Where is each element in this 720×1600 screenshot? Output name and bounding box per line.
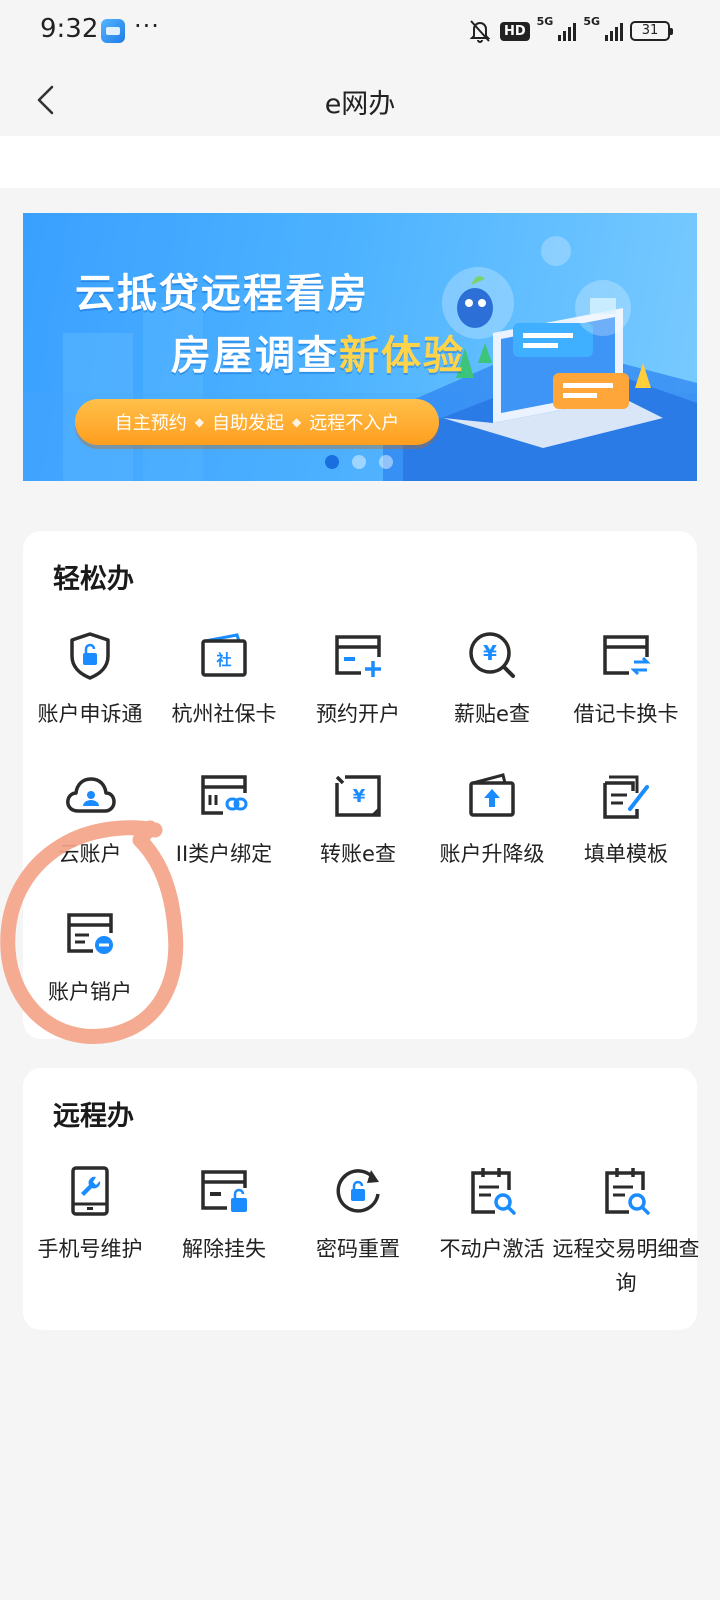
service-label: 账户升降级 <box>439 842 545 866</box>
nav-bar: e网办 <box>0 64 720 136</box>
yen-transfer-icon: ¥ <box>335 775 381 817</box>
service-transfer-query[interactable]: ¥ 转账e查 <box>291 769 425 889</box>
status-bar: 9:32 ··· HD 5G 5G 31 <box>0 0 720 64</box>
svg-text:¥: ¥ <box>483 641 497 665</box>
pill-item: 自主预约 <box>114 413 187 434</box>
service-label: 账户申诉通 <box>37 702 143 726</box>
service-salary-query[interactable]: ¥ 薪贴e查 <box>425 629 559 749</box>
page-title: e网办 <box>324 89 396 120</box>
header-spacer <box>0 136 720 188</box>
pill-item: 自助发起 <box>212 413 284 434</box>
service-label: 账户销户 <box>48 980 132 1004</box>
service-phone-maintain[interactable]: 手机号维护 <box>23 1164 157 1284</box>
carousel-dots <box>325 455 393 469</box>
service-label: 预约开户 <box>316 702 400 726</box>
service-remote-transaction-query[interactable]: 远程交易明细查询 <box>553 1164 700 1295</box>
service-label: II类户绑定 <box>175 842 273 866</box>
promo-banner[interactable]: 云抵贷远程看房 房屋调查新体验 自主预约 ◆ 自助发起 ◆ 远程不入户 <box>23 213 697 481</box>
service-label: 云账户 <box>58 842 122 866</box>
svg-text:¥: ¥ <box>353 786 366 807</box>
cloud-user-icon <box>66 777 116 813</box>
service-label: 转账e查 <box>320 842 396 866</box>
section-title: 远程办 <box>53 1101 134 1132</box>
svg-text:社: 社 <box>215 651 231 669</box>
form-edit-icon <box>603 775 649 819</box>
service-label: 不动户激活 <box>439 1237 545 1261</box>
remote-services-card: 远程办 手机号维护 解除挂失 密码重置 不动户激活 远程交易明细查询 <box>23 1068 700 1330</box>
hd-voice-badge: HD <box>499 21 530 41</box>
carousel-dot[interactable] <box>379 455 393 469</box>
clipboard-search-icon <box>471 1168 516 1215</box>
card-swap-icon <box>603 635 651 676</box>
service-label: 远程交易明细查询 <box>552 1237 700 1295</box>
service-dormant-activate[interactable]: 不动户激活 <box>425 1164 559 1284</box>
signal-bars-1-icon <box>558 21 577 41</box>
banner-title-plain: 房屋调查 <box>171 333 339 379</box>
card-unlock-icon <box>201 1170 247 1212</box>
service-label: 杭州社保卡 <box>171 702 277 726</box>
service-debit-card-swap[interactable]: 借记卡换卡 <box>559 629 693 749</box>
carousel-dot[interactable] <box>325 455 339 469</box>
phone-wrench-icon <box>71 1166 109 1216</box>
service-label: 解除挂失 <box>182 1237 266 1261</box>
service-label: 薪贴e查 <box>454 702 530 726</box>
signal-bars-2-icon <box>605 21 623 41</box>
section-title: 轻松办 <box>53 564 134 595</box>
service-account-level[interactable]: 账户升降级 <box>425 769 559 889</box>
pill-item: 远程不入户 <box>309 413 400 434</box>
service-label: 借记卡换卡 <box>573 702 679 726</box>
clipboard-detail-search-icon <box>605 1168 650 1215</box>
easy-services-card: 轻松办 账户申诉通 社 杭州社保卡 预约开户 ¥ 薪贴e查 借记卡换卡 云账户 … <box>23 531 697 1039</box>
lock-refresh-icon <box>336 1169 380 1213</box>
service-appointment-open[interactable]: 预约开户 <box>291 629 425 749</box>
more-notifications-icon: ··· <box>134 12 160 40</box>
status-time: 9:32 <box>40 14 99 44</box>
shield-lock-icon <box>70 632 110 680</box>
mute-bell-icon <box>469 20 491 43</box>
carousel-dot[interactable] <box>352 455 366 469</box>
service-label: 填单模板 <box>584 842 668 866</box>
social-card-icon: 社 <box>201 633 247 677</box>
banner-title-line2: 房屋调查新体验 <box>171 323 465 381</box>
banner-title-line1: 云抵贷远程看房 <box>75 271 369 317</box>
network-type-2: 5G <box>583 15 600 28</box>
service-label: 手机号维护 <box>37 1237 143 1261</box>
pill-separator: ◆ <box>292 415 302 429</box>
banner-feature-pill: 自主预约 ◆ 自助发起 ◆ 远程不入户 <box>75 399 439 445</box>
service-cloud-account[interactable]: 云账户 <box>23 769 157 889</box>
network-type-1: 5G <box>536 15 554 28</box>
service-form-template[interactable]: 填单模板 <box>559 769 693 889</box>
wallet-upgrade-icon <box>469 773 515 817</box>
status-indicators: HD 5G 5G 31 <box>467 15 673 46</box>
service-class2-binding[interactable]: II类户绑定 <box>157 769 291 889</box>
card-link-icon <box>201 775 248 815</box>
app-notification-icon <box>101 19 125 43</box>
service-password-reset[interactable]: 密码重置 <box>291 1164 425 1284</box>
battery-icon: 31 <box>630 21 673 41</box>
pill-separator: ◆ <box>194 415 204 429</box>
service-label: 密码重置 <box>316 1237 400 1261</box>
service-social-card[interactable]: 社 杭州社保卡 <box>157 629 291 749</box>
service-unfreeze-loss[interactable]: 解除挂失 <box>157 1164 291 1284</box>
service-account-close[interactable]: 账户销户 <box>23 907 157 1027</box>
yen-search-icon: ¥ <box>469 632 515 678</box>
service-account-appeal[interactable]: 账户申诉通 <box>23 629 157 749</box>
banner-title-highlight: 新体验 <box>339 333 465 379</box>
card-add-icon <box>335 635 381 677</box>
card-cancel-icon <box>67 913 113 954</box>
